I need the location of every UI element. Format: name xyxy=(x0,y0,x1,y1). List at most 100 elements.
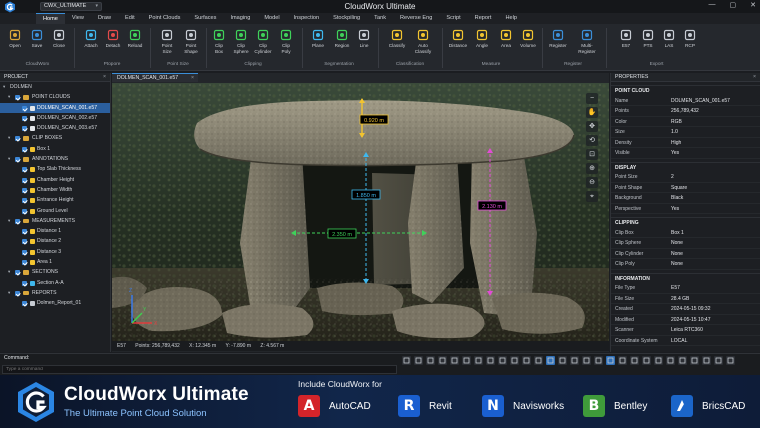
tool-rcp-button[interactable]: RCP xyxy=(678,27,702,59)
tool-classify-button[interactable]: Classify xyxy=(385,27,409,59)
tree-folder[interactable]: ▾ CLIP BOXES xyxy=(0,133,110,143)
visibility-checkbox[interactable] xyxy=(22,239,27,245)
point-cloud-scene[interactable]: 0.920 m 1.850 m 2.350 m 2.130 m Z X Y xyxy=(112,83,609,341)
visibility-checkbox[interactable] xyxy=(22,167,27,173)
tree-folder[interactable]: ▾ REPORTS xyxy=(0,288,110,298)
product-bentley[interactable]: B Bentley xyxy=(583,395,647,417)
menu-reverse-eng[interactable]: Reverse Eng xyxy=(393,13,439,24)
property-row[interactable]: Size 1.0 xyxy=(611,127,760,138)
property-row[interactable]: Coordinate System LOCAL xyxy=(611,336,760,346)
property-row[interactable]: Perspective Yes xyxy=(611,204,760,214)
property-row[interactable]: Scanner Leica RTC360 xyxy=(611,325,760,336)
property-row[interactable]: File Type E57 xyxy=(611,283,760,294)
menu-stockpiling[interactable]: Stockpiling xyxy=(326,13,367,24)
visibility-checkbox[interactable] xyxy=(22,115,27,121)
property-row[interactable]: Modified 2024-05-15 10:47 xyxy=(611,315,760,325)
visibility-checkbox[interactable] xyxy=(15,95,20,101)
tree-item[interactable]: Area 1 xyxy=(0,257,110,267)
property-row[interactable]: Clip Cylinder None xyxy=(611,249,760,259)
property-row[interactable]: Points 256,789,432 xyxy=(611,106,760,117)
tree-item[interactable]: Chamber Height xyxy=(0,175,110,185)
tool-reload-button[interactable]: Reload xyxy=(123,27,147,59)
model-icon[interactable] xyxy=(702,356,711,365)
property-row[interactable]: Clip Sphere None xyxy=(611,238,760,249)
tree-item[interactable]: Distance 3 xyxy=(0,247,110,257)
tool-auto-classify-button[interactable]: Auto Classify xyxy=(411,27,435,59)
property-row[interactable]: Name DOLMEN_SCAN_001.e57 xyxy=(611,96,760,106)
visibility-checkbox[interactable] xyxy=(22,146,27,152)
menu-point-clouds[interactable]: Point Clouds xyxy=(142,13,188,24)
workspace-icon[interactable] xyxy=(606,356,615,365)
snap-icon[interactable] xyxy=(402,356,411,365)
tool-plane-button[interactable]: Plane xyxy=(306,27,330,59)
pan-hand-icon[interactable]: ✋ xyxy=(586,107,598,118)
tool-angle-button[interactable]: Angle xyxy=(470,27,494,59)
visibility-checkbox[interactable] xyxy=(15,218,20,224)
tool-open-button[interactable]: Open xyxy=(3,27,27,59)
chevron-down-icon[interactable]: ▾ xyxy=(8,92,10,102)
zoom-out-icon[interactable]: ⊖ xyxy=(586,177,598,188)
property-row[interactable]: Color RGB xyxy=(611,117,760,127)
property-row[interactable]: Clip Box Box 1 xyxy=(611,228,760,238)
tree-folder[interactable]: ▾ SECTIONS xyxy=(0,267,110,277)
product-navisworks[interactable]: N Navisworks xyxy=(482,395,564,417)
menu-imaging[interactable]: Imaging xyxy=(223,13,257,24)
qp-icon[interactable] xyxy=(522,356,531,365)
tree-folder[interactable]: ▾ ANNOTATIONS xyxy=(0,154,110,164)
isolate-icon[interactable] xyxy=(642,356,651,365)
visibility-checkbox[interactable] xyxy=(22,229,27,235)
tool-region-button[interactable]: Region xyxy=(330,27,354,59)
document-tab[interactable]: DOLMEN_SCAN_001.e57 × xyxy=(112,73,198,82)
tree-folder[interactable]: ▾ POINT CLOUDS xyxy=(0,92,110,102)
tree-item[interactable]: Entrance Height xyxy=(0,195,110,205)
menu-draw[interactable]: Draw xyxy=(91,13,118,24)
am-icon[interactable] xyxy=(546,356,555,365)
tree-item[interactable]: Top Slab Thickness xyxy=(0,164,110,174)
viewport-3d[interactable]: DOLMEN_SCAN_001.e57 × 0.920 m 1.850 m 2.… xyxy=(112,73,609,352)
visibility-checkbox[interactable] xyxy=(22,187,27,193)
tool-detach-button[interactable]: Detach xyxy=(101,27,125,59)
move-icon[interactable]: ✥ xyxy=(586,121,598,132)
workspace-select[interactable]: CWX_ULTIMATE ▾ xyxy=(40,2,102,11)
chevron-down-icon[interactable]: ▾ xyxy=(8,216,10,226)
product-autocad[interactable]: A AutoCAD xyxy=(298,395,371,417)
tree-item[interactable]: Section A-A xyxy=(0,278,110,288)
property-row[interactable]: Density High xyxy=(611,138,760,148)
zoom-extents-icon[interactable]: ⊡ xyxy=(586,149,598,160)
menu-view[interactable]: View xyxy=(65,13,91,24)
visibility-checkbox[interactable] xyxy=(15,136,20,142)
tree-item[interactable]: Box 1 xyxy=(0,144,110,154)
menu-tank[interactable]: Tank xyxy=(367,13,393,24)
menu-inspection[interactable]: Inspection xyxy=(287,13,327,24)
property-row[interactable]: Visible Yes xyxy=(611,148,760,159)
chevron-down-icon[interactable]: ▾ xyxy=(8,288,10,298)
chevron-down-icon[interactable]: ▾ xyxy=(8,133,10,143)
settings-icon[interactable] xyxy=(690,356,699,365)
display-icon[interactable] xyxy=(714,356,723,365)
layer-icon[interactable] xyxy=(570,356,579,365)
tool-register-button[interactable]: Register xyxy=(546,27,570,59)
tree-item[interactable]: Distance 1 xyxy=(0,226,110,236)
clean-screen-icon[interactable] xyxy=(654,356,663,365)
property-row[interactable]: Background Black xyxy=(611,193,760,204)
orbit-icon[interactable]: ⟲ xyxy=(586,135,598,146)
property-row[interactable]: Point Shape Square xyxy=(611,183,760,193)
chevron-down-icon[interactable]: ▾ xyxy=(3,82,5,92)
maximize-button[interactable]: ▢ xyxy=(730,1,737,9)
menu-home[interactable]: Home xyxy=(36,13,65,24)
annotation-scale-icon[interactable] xyxy=(594,356,603,365)
tool-line-button[interactable]: Line xyxy=(352,27,376,59)
dyn-icon[interactable] xyxy=(486,356,495,365)
tool-clip-poly-button[interactable]: Clip Poly xyxy=(274,27,298,59)
property-row[interactable]: Point Size 2 xyxy=(611,172,760,183)
close-icon[interactable]: × xyxy=(753,73,756,82)
minus-icon[interactable]: − xyxy=(586,93,598,104)
tool-clip-box-button[interactable]: Clip Box xyxy=(207,27,231,59)
tree-folder[interactable]: ▾ MEASUREMENTS xyxy=(0,216,110,226)
tool-e57-button[interactable]: E57 xyxy=(614,27,638,59)
chevron-down-icon[interactable]: ▾ xyxy=(8,154,10,164)
product-revit[interactable]: R Revit xyxy=(398,395,452,417)
menu-model[interactable]: Model xyxy=(257,13,286,24)
menu-surfaces[interactable]: Surfaces xyxy=(187,13,223,24)
tool-clip-sphere-button[interactable]: Clip Sphere xyxy=(229,27,253,59)
